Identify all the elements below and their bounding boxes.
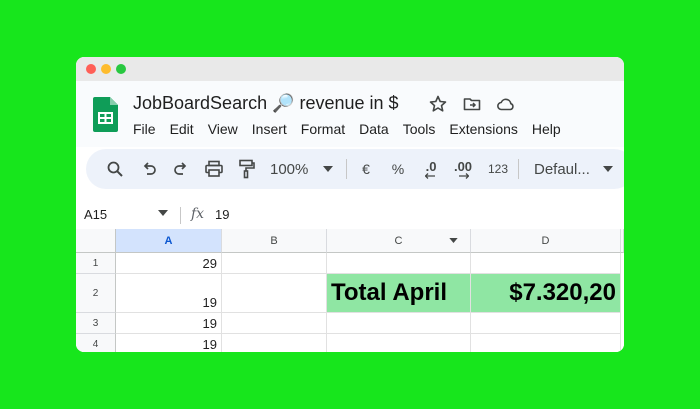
decrease-decimals-button[interactable]: .0 [420,159,442,179]
redo-icon[interactable] [171,159,191,179]
cell-c3[interactable] [327,313,471,334]
percent-format-button[interactable]: % [390,159,406,179]
menu-file[interactable]: File [133,121,156,137]
cell-a4[interactable]: 19 [116,334,222,352]
app-header: JobBoardSearch 🔎 revenue in $ File Edit … [76,81,624,147]
currency-format-button[interactable]: € [358,159,374,179]
name-box[interactable]: A15 [84,207,107,222]
row-header-4[interactable]: 4 [76,334,116,352]
sheets-logo-icon[interactable] [93,97,118,132]
cell-d1[interactable] [471,253,621,274]
menu-data[interactable]: Data [359,121,389,137]
column-header-d[interactable]: D [471,229,621,253]
undo-icon[interactable] [139,159,159,179]
column-header-c[interactable]: C [327,229,471,253]
minimize-window-button[interactable] [101,64,111,74]
font-select[interactable]: Defaul... [534,159,594,179]
formula-input[interactable]: 19 [215,207,229,222]
paint-format-icon[interactable] [236,159,256,179]
toolbar: 100% € % .0 .00 123 Defaul... [86,149,624,189]
cell-d2-total-value[interactable]: $7.320,20 [471,274,621,313]
cell-b1[interactable] [222,253,327,274]
menu-help[interactable]: Help [532,121,561,137]
select-all-corner[interactable] [76,229,116,253]
maximize-window-button[interactable] [116,64,126,74]
cell-c2-total-label[interactable]: Total April [327,274,471,313]
row-header-2[interactable]: 2 [76,274,116,313]
sheet-grid: A B C D 1 29 2 19 Total April $7.320,20 … [76,229,624,352]
zoom-value: 100% [270,160,309,178]
menu-edit[interactable]: Edit [170,121,194,137]
move-folder-icon[interactable] [462,94,482,114]
cloud-saved-icon[interactable] [496,94,516,114]
font-chevron-down-icon[interactable] [602,159,614,179]
document-title[interactable]: JobBoardSearch 🔎 revenue in $ [133,93,399,114]
menu-bar: File Edit View Insert Format Data Tools … [133,121,575,137]
function-icon: fx [191,206,205,222]
spreadsheet-window: JobBoardSearch 🔎 revenue in $ File Edit … [76,57,624,352]
cell-c4[interactable] [327,334,471,352]
column-header-a[interactable]: A [116,229,222,253]
column-header-c-label: C [394,234,403,247]
cell-a3[interactable]: 19 [116,313,222,334]
cell-a1[interactable]: 29 [116,253,222,274]
cell-b2[interactable] [222,274,327,313]
close-window-button[interactable] [86,64,96,74]
print-icon[interactable] [203,159,225,179]
row-header-1[interactable]: 1 [76,253,116,274]
decrease-decimals-label: .0 [425,158,437,174]
column-header-b[interactable]: B [222,229,327,253]
column-menu-chevron-down-icon[interactable] [449,238,458,243]
search-icon[interactable] [105,159,125,179]
formula-bar: A15 fx 19 [76,202,624,229]
menu-insert[interactable]: Insert [252,121,287,137]
window-titlebar [76,57,624,81]
cell-d4[interactable] [471,334,621,352]
cell-b3[interactable] [222,313,327,334]
increase-decimals-label: .00 [453,158,473,174]
chevron-down-icon[interactable] [322,159,334,179]
name-box-chevron-down-icon[interactable] [158,210,168,216]
more-formats-button[interactable]: 123 [486,159,510,179]
zoom-select[interactable]: 100% [270,159,318,179]
menu-extensions[interactable]: Extensions [449,121,517,137]
cell-d3[interactable] [471,313,621,334]
menu-format[interactable]: Format [301,121,345,137]
increase-decimals-button[interactable]: .00 [450,159,476,179]
cell-a2[interactable]: 19 [116,274,222,313]
cell-c1[interactable] [327,253,471,274]
menu-tools[interactable]: Tools [403,121,436,137]
row-header-3[interactable]: 3 [76,313,116,334]
star-icon[interactable] [428,94,448,114]
cell-b4[interactable] [222,334,327,352]
menu-view[interactable]: View [208,121,238,137]
